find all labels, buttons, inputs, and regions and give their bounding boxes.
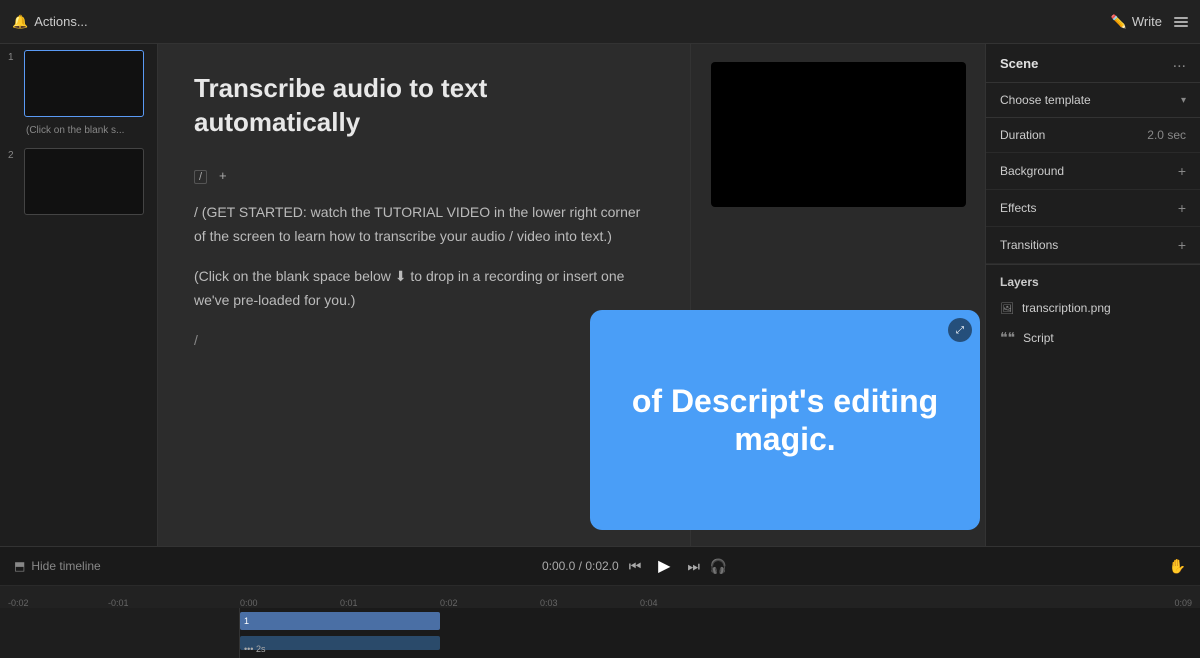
- timeline-label-area: [0, 608, 240, 658]
- transitions-row[interactable]: Transitions +: [986, 227, 1200, 264]
- editor-title: Transcribe audio to text automatically: [194, 72, 654, 140]
- transitions-add-icon: +: [1178, 237, 1186, 253]
- slide-1-label: (Click on the blank s...: [26, 125, 124, 136]
- cursor-slash: /: [194, 329, 654, 353]
- background-label: Background: [1000, 164, 1064, 178]
- layer-name: transcription.png: [1022, 301, 1111, 315]
- effects-label: Effects: [1000, 201, 1036, 215]
- layer-item-transcription[interactable]: 🖼 transcription.png: [986, 295, 1200, 321]
- slide-1[interactable]: 1: [0, 44, 157, 123]
- timeline-ellipsis-label: ••• 2s: [244, 644, 265, 654]
- promo-overlay: ⤢ of Descript's editing magic.: [590, 310, 980, 530]
- transitions-label: Transitions: [1000, 238, 1058, 252]
- slash-add-row: / +: [194, 164, 654, 188]
- slides-sidebar: 1 (Click on the blank s... 2: [0, 44, 158, 546]
- topbar: 🔔 Actions... ✏️ Write: [0, 0, 1200, 44]
- slash-indicator: /: [194, 170, 207, 184]
- expand-button[interactable]: ⤢: [948, 318, 972, 342]
- slide-2[interactable]: 2: [0, 142, 157, 221]
- current-time-value: 0:00.0: [542, 559, 575, 573]
- timeline-controls: ⬒ Hide timeline 0:00.0 / 0:02.0 ⏮ ▶ ⏭ 🎧 …: [0, 547, 1200, 586]
- timeline-main-area: 1 ••• 2s: [240, 608, 1200, 658]
- editor-body: / + / (GET STARTED: watch the TUTORIAL V…: [194, 164, 654, 353]
- total-time-value: 0:02.0: [585, 559, 618, 573]
- choose-template-label: Choose template: [1000, 93, 1091, 107]
- duration-row[interactable]: Duration 2.0 sec: [986, 118, 1200, 153]
- ruler-mark-0: 0:00: [240, 598, 258, 608]
- body-text-1: / (GET STARTED: watch the TUTORIAL VIDEO…: [194, 201, 654, 249]
- image-icon: 🖼: [1000, 302, 1014, 315]
- actions-label: Actions...: [34, 14, 87, 29]
- slide-2-thumbnail: [24, 148, 144, 215]
- choose-template-row[interactable]: Choose template ▾: [986, 83, 1200, 118]
- scene-more-button[interactable]: ...: [1173, 54, 1186, 72]
- slide-1-thumbnail: [24, 50, 144, 117]
- drag-icon[interactable]: ✋: [1169, 558, 1186, 575]
- timeline-hide-icon: ⬒: [14, 559, 25, 573]
- ruler-mark-1: 0:01: [340, 598, 358, 608]
- scene-header: Scene ...: [986, 44, 1200, 83]
- list-icon[interactable]: [1174, 17, 1188, 27]
- timeline-transport: ⏮ ▶ ⏭ 🎧: [629, 553, 728, 579]
- slide-1-label-row: (Click on the blank s...: [0, 123, 157, 142]
- hide-timeline-label: Hide timeline: [31, 559, 100, 573]
- script-row[interactable]: ❝❝ Script: [986, 321, 1200, 354]
- ruler-mark-9: 0:09: [1174, 598, 1192, 608]
- ruler-mark-neg2: -0:02: [8, 598, 29, 608]
- background-row[interactable]: Background +: [986, 153, 1200, 190]
- script-label: Script: [1023, 331, 1054, 345]
- quote-icon: ❝❝: [1000, 329, 1015, 346]
- write-label: Write: [1132, 14, 1162, 29]
- timeline-clip-2[interactable]: [240, 636, 440, 650]
- timeline-clip-1[interactable]: 1: [240, 612, 440, 630]
- timeline-area: ⬒ Hide timeline 0:00.0 / 0:02.0 ⏮ ▶ ⏭ 🎧 …: [0, 546, 1200, 658]
- effects-add-icon: +: [1178, 200, 1186, 216]
- add-button[interactable]: +: [219, 168, 227, 183]
- timeline-tracks: 1 ••• 2s: [0, 608, 1200, 658]
- ruler-mark-4: 0:04: [640, 598, 658, 608]
- clip-1-label: 1: [240, 616, 249, 626]
- write-button[interactable]: ✏️ Write: [1111, 14, 1162, 30]
- scene-panel: Scene ... Choose template ▾ Duration 2.0…: [985, 44, 1200, 546]
- ruler-mark-3: 0:03: [540, 598, 558, 608]
- video-preview-box: [711, 62, 966, 207]
- timeline-ruler: -0:02 -0:01 0:00 0:01 0:02 0:03 0:04 0:0…: [0, 586, 1200, 608]
- actions-icon: 🔔: [12, 14, 28, 30]
- ruler-mark-2: 0:02: [440, 598, 458, 608]
- timeline-current-time: 0:00.0 / 0:02.0: [542, 559, 619, 573]
- pencil-icon: ✏️: [1111, 14, 1127, 30]
- slide-2-number: 2: [8, 150, 18, 161]
- skip-forward-button[interactable]: ⏭: [687, 558, 700, 575]
- ruler-mark-neg1: -0:01: [108, 598, 129, 608]
- skip-back-button[interactable]: ⏮: [629, 558, 642, 575]
- play-button[interactable]: ▶: [651, 553, 677, 579]
- duration-value: 2.0 sec: [1147, 128, 1186, 142]
- scene-title: Scene: [1000, 56, 1038, 71]
- promo-text: of Descript's editing magic.: [590, 362, 980, 479]
- actions-button[interactable]: 🔔 Actions...: [12, 14, 88, 30]
- hide-timeline-button[interactable]: ⬒ Hide timeline: [14, 559, 101, 573]
- slide-1-number: 1: [8, 52, 18, 63]
- headphone-icon[interactable]: 🎧: [710, 558, 727, 575]
- body-text-2: (Click on the blank space below ⬇ to dro…: [194, 265, 654, 313]
- layers-label: Layers: [1000, 275, 1039, 289]
- effects-row[interactable]: Effects +: [986, 190, 1200, 227]
- duration-label: Duration: [1000, 128, 1045, 142]
- chevron-down-icon: ▾: [1181, 95, 1186, 106]
- layers-header: Layers: [986, 264, 1200, 295]
- background-add-icon: +: [1178, 163, 1186, 179]
